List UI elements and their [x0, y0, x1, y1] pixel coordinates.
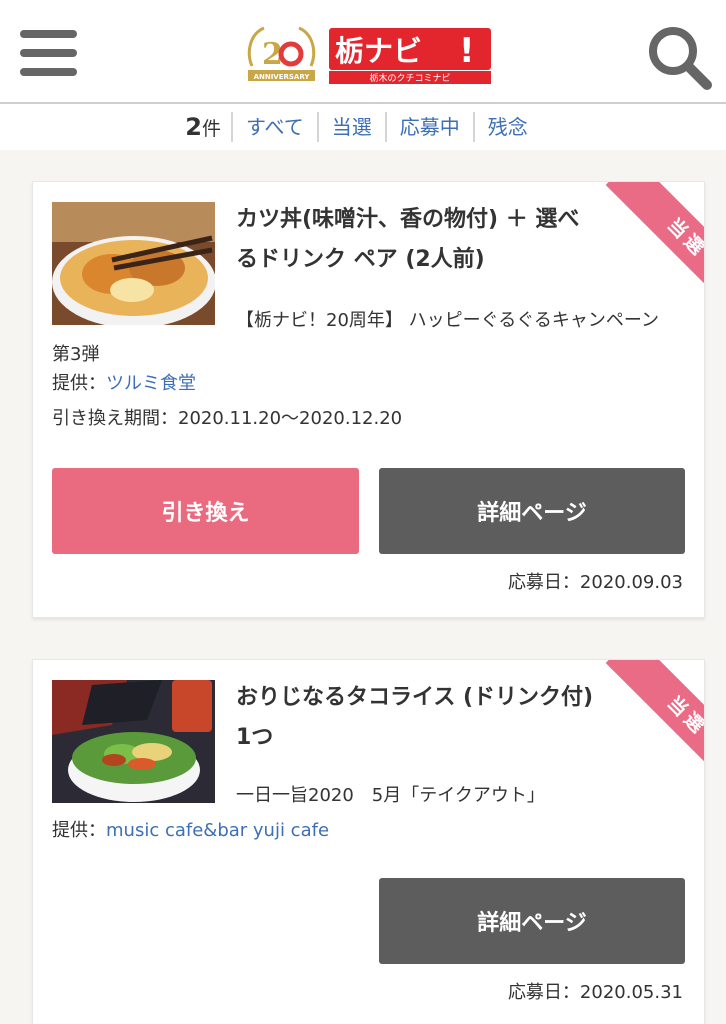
- provider-link[interactable]: ツルミ食堂: [106, 373, 196, 394]
- anniversary-logo: 2 ANNIVERSARY: [247, 26, 316, 81]
- prize-title[interactable]: おりじなるタコライス (ドリンク付) 1つ: [236, 678, 601, 758]
- site-logo[interactable]: 栃ナビ ! 栃木のクチコミナビ: [329, 28, 491, 84]
- redeem-period: 引き換え期間：2020.11.20〜2020.12.20: [52, 408, 403, 429]
- won-badge: 当選: [586, 182, 704, 300]
- campaign-name: 一日一旨2020 5月「テイクアウト」: [236, 785, 545, 806]
- applied-date: 応募日：2020.09.03: [507, 572, 683, 593]
- won-badge: 当選: [586, 660, 704, 778]
- campaign-name: 【栃ナビ！20周年】 ハッピーぐるぐるキャンペーン 第3弾: [52, 310, 660, 365]
- redeem-button[interactable]: 引き換え: [52, 468, 359, 554]
- svg-text:ANNIVERSARY: ANNIVERSARY: [254, 73, 311, 81]
- prize-card: 当選 カツ丼(味噌汁、香の物付) ＋ 選べるドリンク ペア (2人前) 【栃ナビ…: [32, 181, 705, 618]
- tab-applying[interactable]: 応募中: [384, 112, 473, 142]
- site-logo-text: 栃ナビ: [335, 34, 422, 68]
- provider-row: 提供：ツルミ食堂: [52, 373, 196, 394]
- search-icon[interactable]: [644, 22, 714, 92]
- filter-bar: 2件 すべて 当選 応募中 残念: [0, 104, 726, 150]
- provider-row: 提供：music cafe&bar yuji cafe: [52, 820, 330, 841]
- hamburger-menu-icon[interactable]: [20, 30, 77, 77]
- tab-lost[interactable]: 残念: [472, 112, 541, 142]
- applied-date: 応募日：2020.05.31: [507, 982, 683, 1003]
- detail-page-button[interactable]: 詳細ページ: [379, 468, 685, 554]
- tab-won[interactable]: 当選: [316, 112, 385, 142]
- prize-title[interactable]: カツ丼(味噌汁、香の物付) ＋ 選べるドリンク ペア (2人前): [236, 200, 601, 280]
- site-logo-subtitle: 栃木のクチコミナビ: [369, 72, 450, 84]
- tab-all[interactable]: すべて: [230, 112, 317, 142]
- provider-link[interactable]: music cafe&bar yuji cafe: [106, 820, 329, 841]
- detail-page-button[interactable]: 詳細ページ: [379, 878, 685, 964]
- svg-text:!: !: [459, 31, 475, 71]
- result-count: 2件: [185, 113, 221, 141]
- prize-card: 当選 おりじなるタコライス (ドリンク付) 1つ 一日一旨2020 5月「テイク…: [32, 659, 705, 1024]
- app-header: 2 ANNIVERSARY 栃ナビ ! 栃木のクチコミナビ: [0, 0, 726, 104]
- taco-rice-photo: [52, 680, 215, 803]
